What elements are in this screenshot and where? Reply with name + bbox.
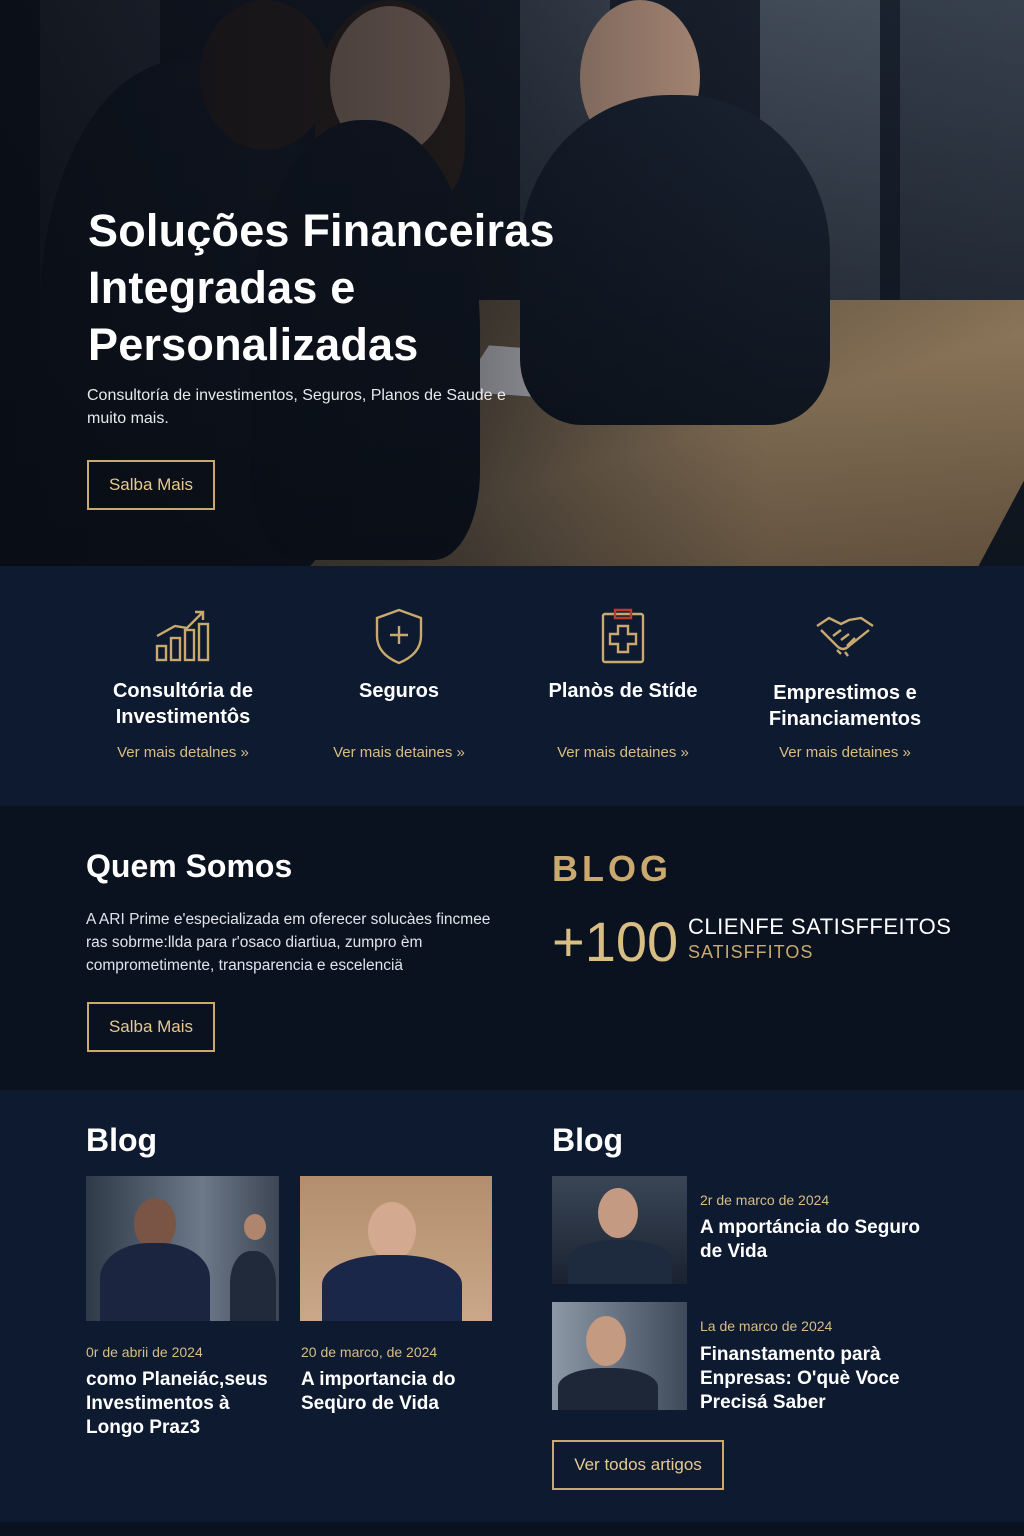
service-more-link[interactable]: Ver mais detaines »	[508, 744, 738, 761]
blog-list-date: 2r de marco de 2024	[700, 1192, 830, 1208]
blog-list-title[interactable]: Finanstamento parà Enpresas: O'què Voce …	[700, 1343, 970, 1415]
blog-card-title[interactable]: como Planeiác,seus Investimentos à Longo…	[86, 1368, 276, 1440]
bar-chart-icon	[155, 610, 210, 662]
blog-card-image[interactable]	[86, 1176, 279, 1321]
hero-learn-more-button[interactable]: Salba Mais	[87, 460, 215, 510]
service-name: Seguros	[358, 680, 440, 702]
hero-subtitle: Consultoría de investimentos, Seguros, P…	[87, 387, 506, 427]
blog-card-date: 0r de abrii de 2024	[86, 1344, 203, 1360]
clients-label-primary: CLIENFE SATISFFEITOS	[688, 914, 952, 939]
blog-list-title[interactable]: A mportáncia do Seguro de Vida	[700, 1216, 940, 1264]
stats-kicker: BLOG	[552, 848, 672, 889]
blog-card-image[interactable]	[300, 1176, 492, 1321]
services-section: Consultória de Investimentôs Ver mais de…	[0, 566, 1024, 806]
blog-section: Blog Blog 0r de abrii de 2024 como Plane…	[0, 1090, 1024, 1536]
blog-title: Blog	[86, 1122, 158, 1158]
service-more-link[interactable]: Ver mais detaines »	[730, 744, 960, 761]
hero-section: Soluções Financeiras Integradas e Person…	[0, 0, 1024, 566]
shield-icon	[375, 608, 423, 665]
service-name: Planòs de Stíde	[548, 680, 698, 702]
medical-clipboard-icon	[601, 608, 645, 664]
blog-card-title[interactable]: A importancia do Seqùro de Vida	[301, 1368, 491, 1416]
service-more-link[interactable]: Ver mais detaines »	[284, 744, 514, 761]
handshake-icon	[816, 616, 874, 657]
about-learn-more-button[interactable]: Salba Mais	[87, 1002, 215, 1052]
service-name: Consultória de Investimentôs	[112, 680, 253, 728]
about-section: Quem Somos A ARI Prime e'especializada e…	[0, 806, 1024, 1090]
about-title: Quem Somos	[86, 848, 293, 884]
about-text: A ARI Prime e'especializada em oferecer …	[86, 911, 491, 974]
service-more-link[interactable]: Ver mais detalnes »	[68, 744, 298, 761]
blog-list-date: La de marco de 2024	[700, 1318, 833, 1334]
footer-strip	[0, 1522, 1024, 1536]
view-all-articles-button[interactable]: Ver todos artigos	[552, 1440, 724, 1490]
blog-title-secondary: Blog	[552, 1122, 624, 1158]
clients-label-secondary: SATISFFITOS	[688, 942, 814, 962]
blog-list-image[interactable]	[552, 1176, 687, 1284]
service-name: Emprestimos e Financiamentos	[768, 682, 922, 730]
blog-card-date: 20 de marco, de 2024	[301, 1344, 438, 1360]
hero-title: Soluções Financeiras Integradas e Person…	[88, 205, 555, 370]
blog-list-image[interactable]	[552, 1302, 687, 1410]
clients-count: +100	[552, 910, 679, 973]
